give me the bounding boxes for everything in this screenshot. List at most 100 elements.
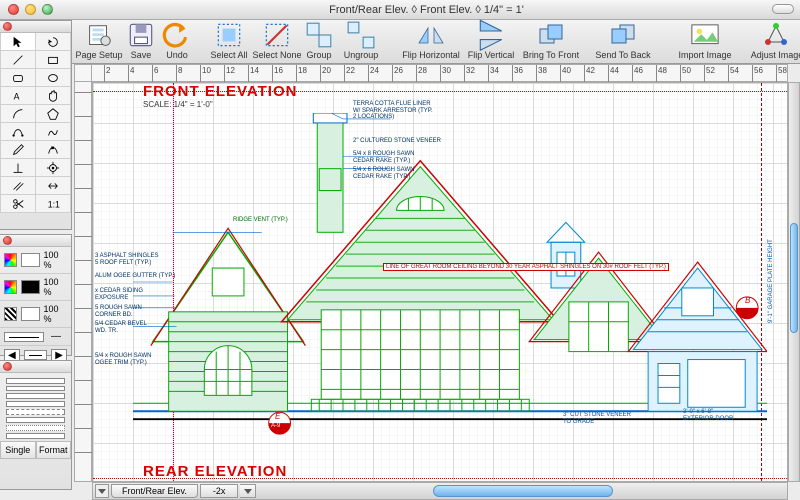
polygon-tool[interactable] (36, 105, 72, 123)
horizontal-scroll-thumb[interactable] (433, 485, 613, 497)
tools-palette[interactable]: A 1:1 (0, 20, 72, 230)
zoom-window-icon[interactable] (42, 4, 53, 15)
ungroup-label: Ungroup (344, 50, 379, 60)
note-plate: 9'-1" GARAGE PLATE HEIGHT (768, 239, 775, 323)
note-shingle2: LINE OF GREAT ROOM CEILING BEYOND 30 YEA… (383, 263, 669, 271)
send-back-label: Send To Back (595, 50, 650, 60)
line-style-picker[interactable] (24, 350, 48, 360)
line-style-6[interactable] (6, 417, 65, 423)
line-style-3[interactable] (6, 393, 65, 399)
save-button[interactable]: Save (124, 22, 158, 60)
pattern-row[interactable]: 100 % (0, 301, 71, 328)
select-all-button[interactable]: Select All (206, 22, 252, 60)
group-label: Group (306, 50, 331, 60)
send-to-back-button[interactable]: Send To Back (588, 22, 658, 60)
dimension-tool[interactable] (36, 177, 72, 195)
save-label: Save (131, 50, 152, 60)
note-veneer: 3" CUT STONE VENEER TO GRADE (563, 412, 631, 425)
pointer-tool[interactable] (0, 33, 36, 51)
pattern-icon[interactable] (4, 307, 17, 321)
text-tool[interactable]: A (0, 87, 36, 105)
select-none-label: Select None (252, 50, 301, 60)
marker-a9-left: A-9 (271, 423, 280, 430)
rotate-tool[interactable] (36, 33, 72, 51)
zoom-tool[interactable]: 1:1 (36, 195, 72, 213)
toolbar-toggle-icon[interactable] (772, 4, 794, 14)
line-weight-picker[interactable] (4, 332, 44, 342)
stroke-color-picker-icon[interactable] (4, 253, 17, 267)
reshape-tool[interactable] (36, 141, 72, 159)
sheet-tab[interactable]: Front/Rear Elev. (111, 484, 198, 498)
ungroup-button[interactable]: Ungroup (338, 22, 384, 60)
stroke-swatch[interactable] (21, 253, 40, 267)
minimize-window-icon[interactable] (25, 4, 36, 15)
line-styles-palette[interactable]: Single Format (0, 360, 72, 490)
close-window-icon[interactable] (8, 4, 19, 15)
ellipse-tool[interactable] (36, 69, 72, 87)
palette3-close-icon[interactable] (3, 362, 12, 371)
bezier-tool[interactable] (0, 123, 36, 141)
fill-color-row[interactable]: 100 % (0, 274, 71, 301)
adjust-image-button[interactable]: Adjust Image (742, 22, 800, 60)
parallel-tool[interactable] (0, 177, 36, 195)
zoom-display[interactable]: -2x (200, 484, 239, 498)
zoom-menu-button[interactable] (240, 484, 256, 498)
adjust-image-label: Adjust Image (751, 50, 800, 60)
roundrect-tool[interactable] (0, 69, 36, 87)
page-setup-button[interactable]: Page Setup (76, 22, 122, 60)
vertical-scroll-thumb[interactable] (790, 223, 798, 333)
fill-color-picker-icon[interactable] (4, 280, 17, 294)
horizontal-scrollbar[interactable]: Front/Rear Elev. -2x (92, 482, 788, 500)
group-button[interactable]: Group (302, 22, 336, 60)
note-gutter: ALUM OGEE GUTTER (TYP.) (95, 273, 175, 280)
line-style-8[interactable] (6, 433, 65, 439)
palette2-close-icon[interactable] (3, 236, 12, 245)
scissors-tool[interactable] (0, 195, 36, 213)
format-button[interactable]: Format (36, 441, 72, 459)
hand-tool[interactable] (36, 87, 72, 105)
note-stone: 2" CULTURED STONE VENEER (353, 138, 441, 145)
pattern-opacity[interactable]: 100 % (44, 304, 67, 324)
ruler-origin[interactable] (74, 64, 92, 82)
svg-text:1:1: 1:1 (48, 199, 60, 209)
line-style-2[interactable] (6, 386, 65, 391)
note-door: 3'-0" x 6'-8" EXTERIOR DOOR (683, 409, 733, 422)
drawing-canvas[interactable]: FRONT ELEVATION SCALE: 1/4" = 1'-0" REAR… (92, 82, 788, 482)
attributes-palette[interactable]: 100 % 100 % 100 % — ◀ ▶ (0, 234, 72, 356)
page-setup-label: Page Setup (75, 50, 122, 60)
snap-point-tool[interactable] (36, 159, 72, 177)
note-rough: 5/4 x ROUGH SAWN OGEE TRIM (TYP.) (95, 353, 151, 366)
stroke-color-row[interactable]: 100 % (0, 247, 71, 274)
line-weight-row[interactable]: — (0, 328, 71, 346)
note-bevel: 5/4 CEDAR BEVEL WD. TR. (95, 321, 147, 334)
arc-tool[interactable] (0, 105, 36, 123)
vertical-ruler[interactable] (74, 82, 92, 482)
flip-vertical-button[interactable]: Flip Vertical (468, 22, 514, 60)
line-style-5[interactable] (6, 409, 65, 415)
horizontal-ruler[interactable]: 2468101214161820222426283032343638404244… (92, 64, 788, 82)
bring-to-front-button[interactable]: Bring To Front (516, 22, 586, 60)
import-image-button[interactable]: Import Image (670, 22, 740, 60)
fill-swatch[interactable] (21, 280, 40, 294)
tab-menu-button[interactable] (95, 484, 109, 498)
line-style-7[interactable] (6, 425, 65, 431)
line-style-4[interactable] (6, 401, 65, 407)
freehand-tool[interactable] (36, 123, 72, 141)
line-weight-menu-icon[interactable]: — (48, 331, 64, 342)
stroke-opacity[interactable]: 100 % (44, 250, 67, 270)
flip-horizontal-button[interactable]: Flip Horizontal (396, 22, 466, 60)
note-corner: 5 ROUGH SAWN CORNER BD. (95, 305, 142, 318)
line-tool[interactable] (0, 51, 36, 69)
vertical-scrollbar[interactable] (788, 82, 800, 482)
palette-close-icon[interactable] (3, 22, 12, 31)
perpendicular-tool[interactable] (0, 159, 36, 177)
rect-tool[interactable] (36, 51, 72, 69)
line-style-1[interactable] (6, 378, 65, 384)
eyedropper-tool[interactable] (0, 141, 36, 159)
pattern-swatch[interactable] (21, 307, 40, 321)
titlebar: Front/Rear Elev. ◊ Front Elev. ◊ 1/4" = … (0, 0, 800, 20)
select-none-button[interactable]: Select None (254, 22, 300, 60)
single-button[interactable]: Single (0, 441, 36, 459)
undo-button[interactable]: Undo (160, 22, 194, 60)
fill-opacity[interactable]: 100 % (44, 277, 67, 297)
